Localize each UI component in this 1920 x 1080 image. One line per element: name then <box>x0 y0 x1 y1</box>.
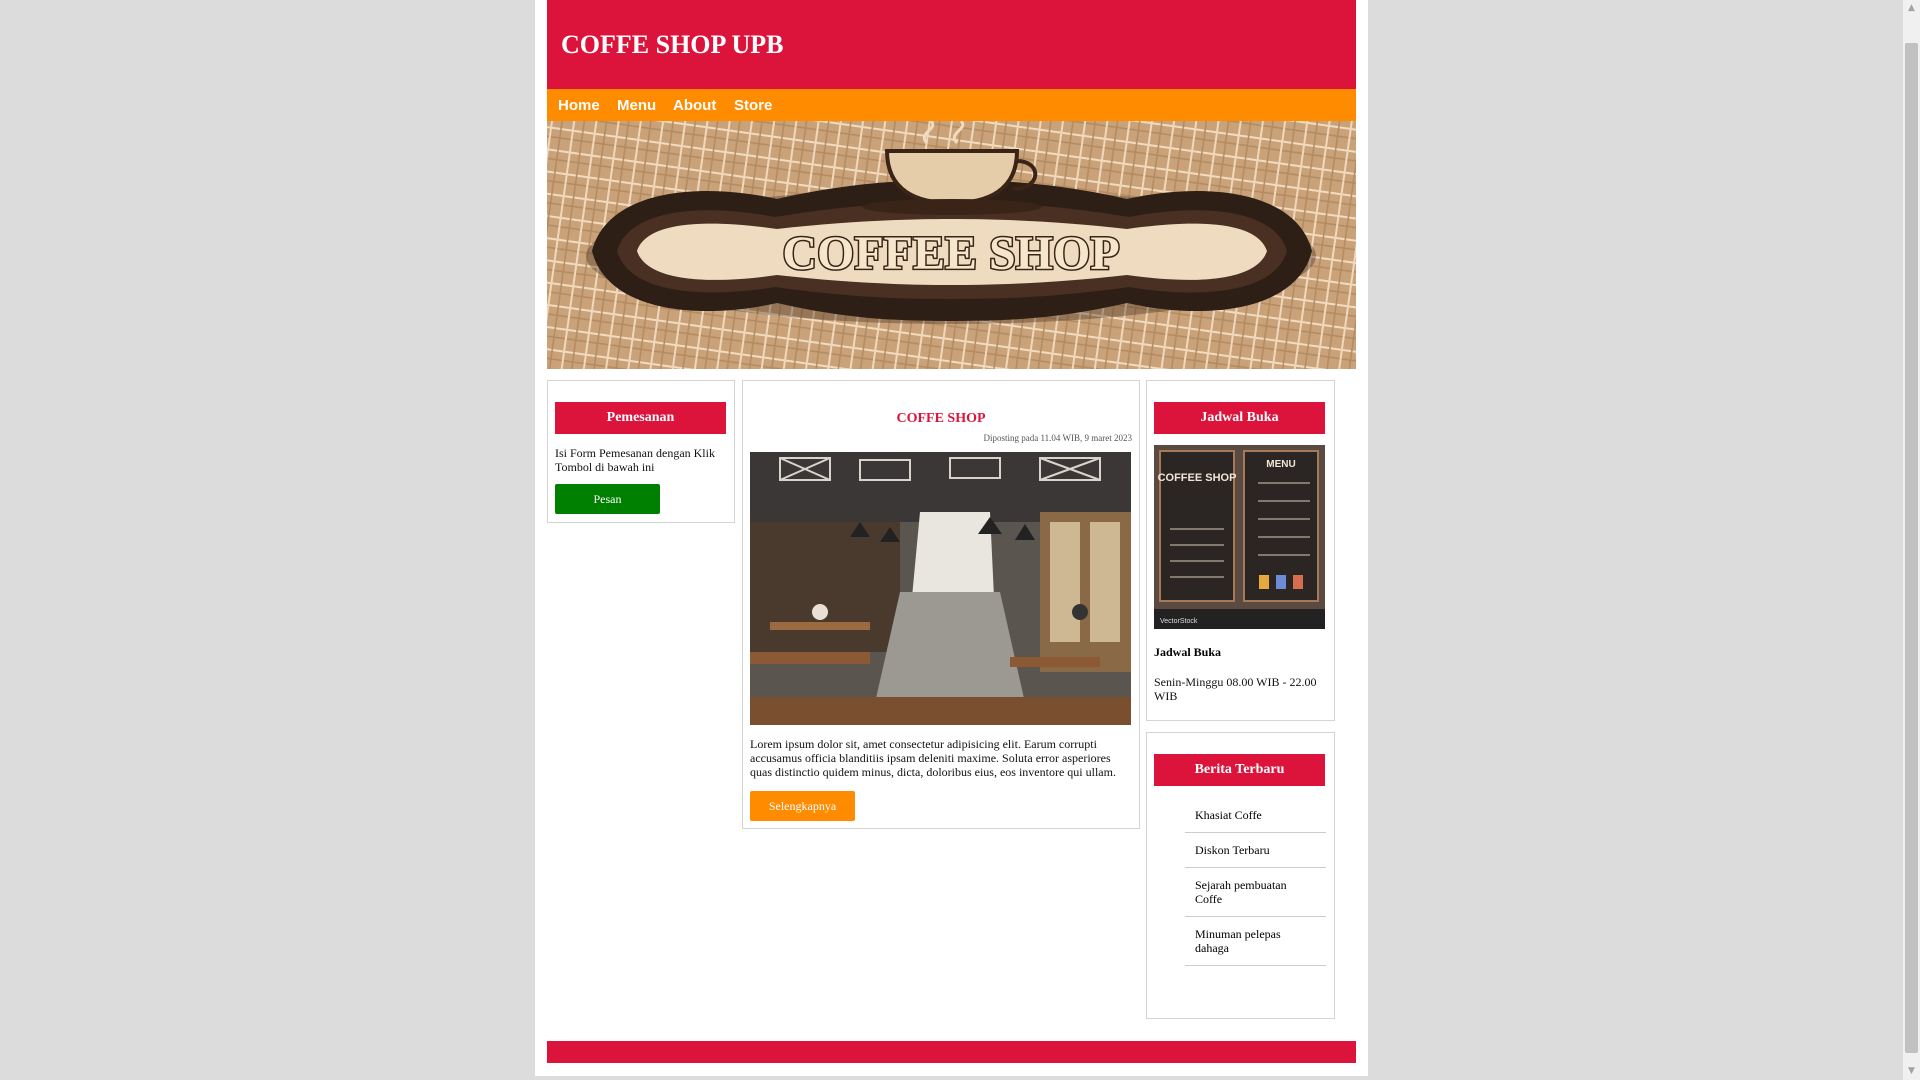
logo-text: COFFEE SHOP <box>782 227 1119 280</box>
news-item[interactable]: Minuman pelepas dahaga <box>1185 917 1326 966</box>
nav-home[interactable]: Home <box>558 97 600 114</box>
site-header: COFFE SHOP UPB <box>547 0 1356 89</box>
article-posted-date: Diposting pada 11.04 WIB, 9 maret 2023 <box>983 433 1132 443</box>
article-panel: COFFE SHOP Diposting pada 11.04 WIB, 9 m… <box>742 380 1140 829</box>
schedule-subheading: Jadwal Buka <box>1154 645 1222 659</box>
news-item[interactable]: Khasiat Coffe <box>1185 798 1326 833</box>
read-more-button[interactable]: Selengkapnya <box>750 791 855 821</box>
main-nav: Home Menu About Store <box>547 89 1356 121</box>
order-button[interactable]: Pesan <box>555 484 660 514</box>
coffee-shop-logo-image: COFFEE SHOP <box>547 121 1356 369</box>
board-left-title: COFFEE SHOP <box>1158 472 1237 484</box>
article-body: Lorem ipsum dolor sit, amet consectetur … <box>750 737 1116 779</box>
order-panel: Pemesanan Isi Form Pemesanan dengan Klik… <box>547 380 735 523</box>
board-right-title: MENU <box>1266 459 1295 470</box>
nav-store[interactable]: Store <box>734 97 772 114</box>
news-panel: Berita Terbaru Khasiat Coffe Diskon Terb… <box>1146 732 1335 1019</box>
news-heading: Berita Terbaru <box>1154 754 1325 786</box>
page-container: COFFE SHOP UPB Home Menu About Store COF… <box>535 0 1368 1076</box>
news-item[interactable]: Diskon Terbaru <box>1185 833 1326 868</box>
opening-hours: Senin-Minggu 08.00 WIB - 22.00 WIB <box>1154 675 1317 703</box>
order-heading: Pemesanan <box>555 402 726 434</box>
hero-banner: COFFEE SHOP <box>547 121 1356 369</box>
vertical-scrollbar[interactable]: ▲ ▼ <box>1903 0 1920 1080</box>
schedule-heading: Jadwal Buka <box>1154 402 1325 434</box>
nav-menu[interactable]: Menu <box>617 97 656 114</box>
order-description: Isi Form Pemesanan dengan Klik Tombol di… <box>555 446 715 474</box>
news-list: Khasiat Coffe Diskon Terbaru Sejarah pem… <box>1185 798 1326 966</box>
menu-board-image: COFFEE SHOP MENU VectorStock <box>1154 445 1325 629</box>
scroll-thumb[interactable] <box>1905 43 1918 1053</box>
board-credit: VectorStock <box>1160 618 1198 625</box>
nav-about[interactable]: About <box>673 97 716 114</box>
schedule-panel: Jadwal Buka COFFEE SHOP MENU VectorStock… <box>1146 380 1335 721</box>
site-title: COFFE SHOP UPB <box>561 30 784 59</box>
site-footer <box>547 1041 1356 1063</box>
news-item[interactable]: Sejarah pembuatan Coffe <box>1185 868 1326 917</box>
cafe-interior-photo <box>750 452 1131 725</box>
scroll-up-arrow-icon[interactable]: ▲ <box>1903 0 1920 17</box>
scroll-down-arrow-icon[interactable]: ▼ <box>1903 1063 1920 1080</box>
article-title: COFFE SHOP <box>896 411 986 426</box>
